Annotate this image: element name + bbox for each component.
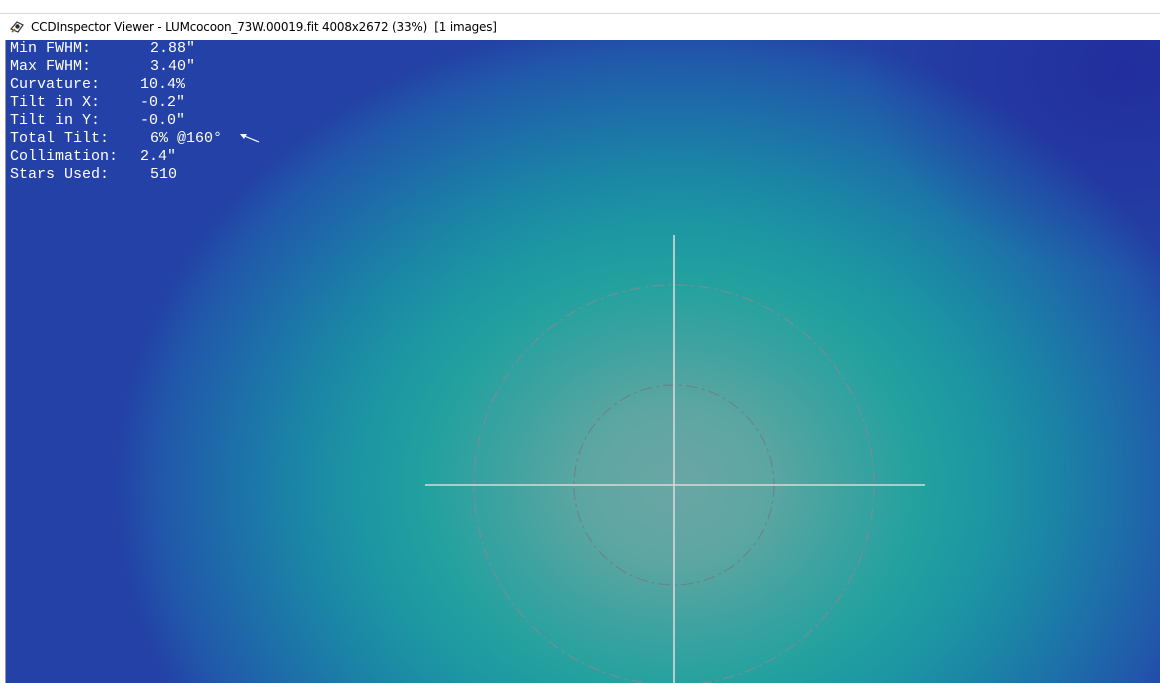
stat-value: 10.4% xyxy=(140,76,186,93)
stat-label: Tilt in X: xyxy=(10,94,101,111)
ccdinspector-app-icon[interactable] xyxy=(9,19,25,35)
stat-row-stars-used: Stars Used: 510 xyxy=(10,166,222,184)
stat-row-tilt-x: Tilt in X: -0.2" xyxy=(10,94,222,112)
stat-row-collimation: Collimation: 2.4" xyxy=(10,148,222,166)
stat-value: -0.2" xyxy=(140,94,186,111)
stat-label: Stars Used: xyxy=(10,166,110,183)
stat-value: -0.0" xyxy=(140,112,186,129)
stat-value: 2.4" xyxy=(140,148,177,165)
stat-label: Tilt in Y: xyxy=(10,112,101,129)
tilt-arrow-icon xyxy=(240,134,260,143)
stat-label: Curvature: xyxy=(10,76,101,93)
stat-label: Max FWHM: xyxy=(10,58,92,75)
stat-value: 3.40" xyxy=(150,58,196,75)
stat-row-max-fwhm: Max FWHM: 3.40" xyxy=(10,58,222,76)
stat-row-total-tilt: Total Tilt: 6% @160° xyxy=(10,130,222,148)
title-bar[interactable]: CCDInspector Viewer - LUMcocoon_73W.0001… xyxy=(0,13,1160,40)
stat-value: 510 xyxy=(150,166,178,183)
window-title: CCDInspector Viewer - LUMcocoon_73W.0001… xyxy=(31,20,497,34)
ccdinspector-viewer-window: CCDInspector Viewer - LUMcocoon_73W.0001… xyxy=(0,0,1160,683)
inspection-stats-panel: Min FWHM: 2.88" Max FWHM: 3.40" Curvature:… xyxy=(10,40,222,184)
stat-label: Total Tilt: xyxy=(10,130,110,147)
stat-row-curvature: Curvature: 10.4% xyxy=(10,76,222,94)
stat-label: Min FWHM: xyxy=(10,40,92,57)
stat-row-tilt-y: Tilt in Y: -0.0" xyxy=(10,112,222,130)
top-strip xyxy=(0,0,1160,13)
image-viewport[interactable]: Min FWHM: 2.88" Max FWHM: 3.40" Curvature:… xyxy=(6,40,1160,683)
stat-value: 2.88" xyxy=(150,40,196,57)
stat-row-min-fwhm: Min FWHM: 2.88" xyxy=(10,40,222,58)
stat-value: 6% @160° xyxy=(150,130,223,147)
stat-label: Collimation: xyxy=(10,148,119,165)
